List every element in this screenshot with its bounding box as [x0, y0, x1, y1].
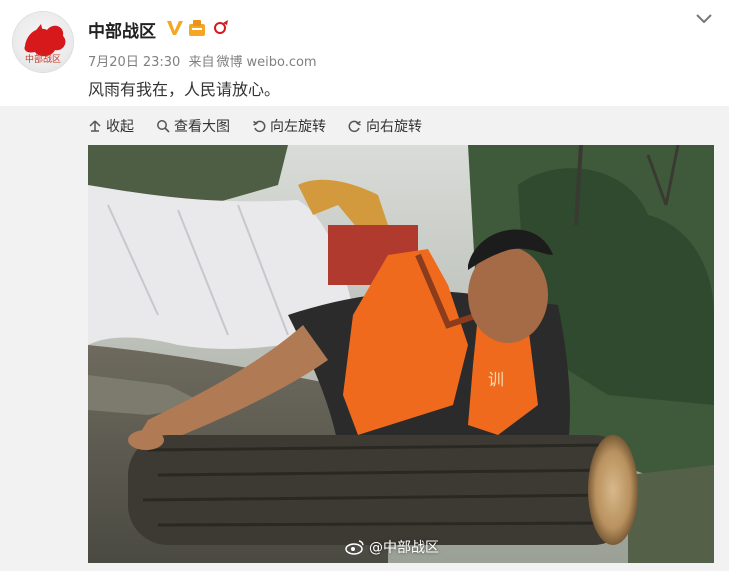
watermark-text: @中部战区 [369, 540, 439, 556]
photo-watermark: @中部战区 [345, 537, 439, 557]
post-photo[interactable]: 训 [88, 145, 714, 563]
media-toolbar: 收起 查看大图 向左旋转 向右旋转 [88, 116, 444, 136]
collapse-up-arrow-icon [89, 120, 101, 132]
source-prefix: 来自 [188, 55, 215, 70]
rotate-right-icon [348, 120, 361, 133]
post-date[interactable]: 7月20日 [88, 55, 139, 70]
chevron-down-icon[interactable] [694, 10, 714, 26]
avatar[interactable]: 中部战区 [13, 12, 73, 72]
gold-member-icon [189, 20, 205, 36]
view-large-label: 查看大图 [174, 119, 230, 135]
magnifier-icon [157, 120, 170, 133]
avatar-logo-icon: 中部战区 [24, 24, 66, 65]
rotate-right-label: 向右旋转 [366, 119, 422, 135]
weibo-logo-icon [345, 540, 364, 555]
post-meta: 7月20日 23:30 来自 微博 weibo.com [88, 51, 321, 70]
post-text: 风雨有我在，人民请放心。 [88, 80, 281, 99]
username[interactable]: 中部战区 [88, 17, 156, 42]
collapse-button[interactable]: 收起 [88, 116, 134, 136]
vest-text: 训 [488, 370, 504, 389]
view-large-button[interactable]: 查看大图 [156, 116, 230, 136]
post-source-site[interactable]: weibo.com [246, 55, 316, 70]
red-ribbon-icon [214, 20, 228, 34]
verified-v-icon [167, 21, 183, 35]
rotate-right-button[interactable]: 向右旋转 [348, 116, 422, 136]
post-time[interactable]: 23:30 [143, 55, 180, 70]
weibo-post-card: 中部战区 中部战区 7月20日 23:30 来自 微博 weibo.com 风雨有我在… [0, 0, 729, 571]
rotate-left-button[interactable]: 向左旋转 [252, 116, 326, 136]
post-source[interactable]: 微博 [216, 55, 242, 70]
rotate-left-icon [253, 120, 266, 133]
avatar-text: 中部战区 [25, 53, 61, 65]
collapse-label: 收起 [106, 119, 134, 135]
rotate-left-label: 向左旋转 [270, 119, 326, 135]
photo-scene: 训 [88, 145, 714, 563]
